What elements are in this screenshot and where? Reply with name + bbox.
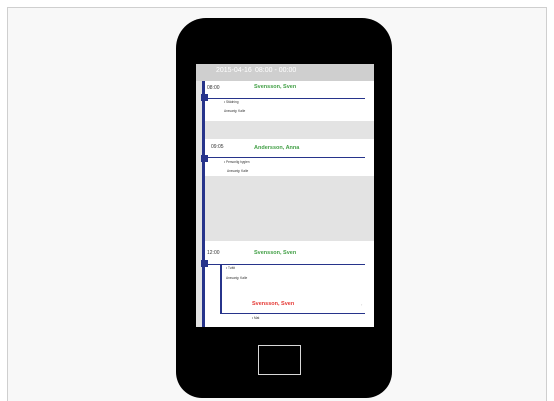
sub-timeline	[220, 264, 222, 313]
timeline-node	[201, 260, 208, 267]
appointment-detail: • Tvätt	[226, 266, 236, 270]
client-name[interactable]: Svensson, Sven	[254, 250, 296, 256]
appointment-staff: Ansvarig: Kalle	[227, 169, 249, 173]
timeline-node	[201, 155, 208, 162]
timeline-bar	[202, 81, 205, 327]
phone-screen: 2015-04-16 08:00 - 00:00 08:00 Svensson,…	[196, 64, 374, 327]
sub-appointment-line	[220, 313, 365, 314]
appointment-detail: • Städning	[224, 100, 239, 104]
client-name[interactable]: Andersson, Anna	[254, 145, 299, 151]
schedule-header: 2015-04-16 08:00 - 00:00	[196, 64, 374, 81]
appointment-detail: • Personlig hygien	[224, 160, 250, 164]
appointment-line	[208, 157, 365, 158]
appointment-time: 12:00	[207, 250, 220, 256]
appointment-line	[208, 98, 365, 99]
header-time-range: 08:00 - 00:00	[255, 67, 297, 74]
appointment-line	[208, 264, 365, 265]
client-name[interactable]: Svensson, Sven	[254, 84, 296, 90]
appointment-time: 09:05	[211, 144, 224, 150]
header-date: 2015-04-16	[216, 67, 252, 74]
timeline-node	[201, 94, 208, 101]
sub-client-name[interactable]: Svensson, Sven	[252, 301, 294, 307]
appointment-staff: Ansvarig: Kalle	[224, 109, 246, 113]
home-button[interactable]	[258, 345, 301, 375]
sub-appointment-detail: • Mat	[252, 316, 260, 320]
appointment-time: 08:00	[207, 85, 220, 91]
chevron-right-icon[interactable]: ›	[361, 302, 362, 307]
appointment-staff: Ansvarig: Kalle	[226, 276, 248, 280]
